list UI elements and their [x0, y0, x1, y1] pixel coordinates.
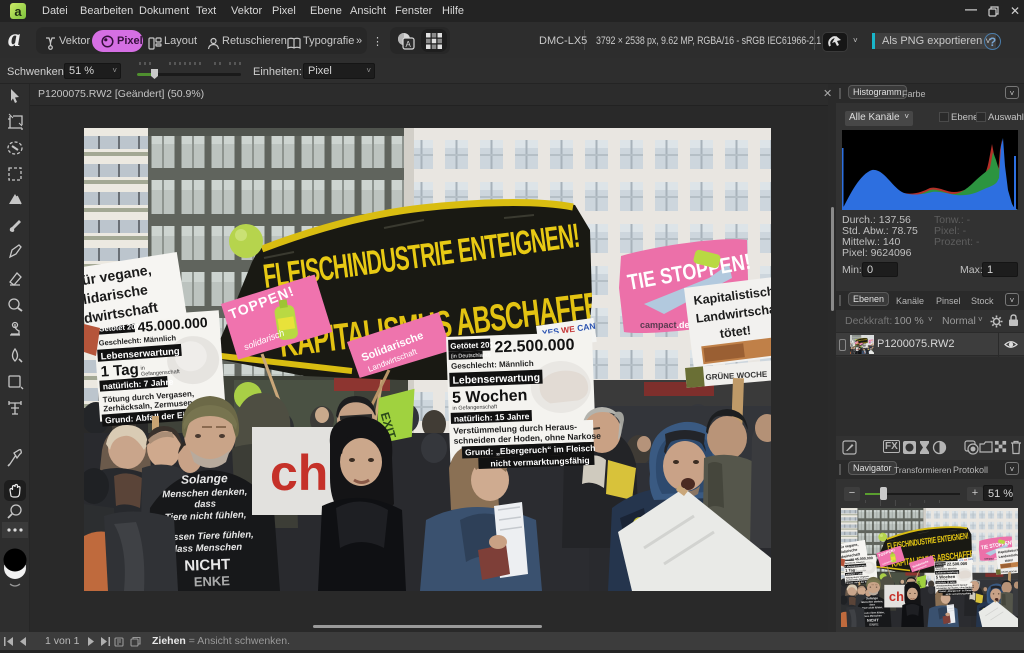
- svg-text:A: A: [406, 40, 412, 49]
- svg-text:22.500.000: 22.500.000: [494, 337, 575, 357]
- svg-text:campact.de: campact.de: [640, 320, 690, 330]
- svg-text:NICHT: NICHT: [184, 556, 230, 575]
- svg-text:Solange: Solange: [181, 471, 228, 487]
- svg-text:dass: dass: [194, 499, 216, 511]
- svg-text:ENKE: ENKE: [194, 573, 231, 589]
- svg-text:1 Tag: 1 Tag: [100, 361, 139, 381]
- svg-text:ch: ch: [270, 445, 328, 501]
